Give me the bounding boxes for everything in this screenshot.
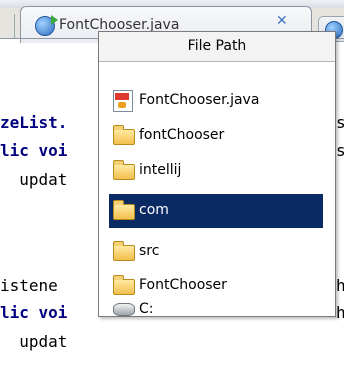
- code-line-tail: s: [336, 113, 344, 132]
- path-item-com[interactable]: com: [109, 194, 323, 228]
- path-item-label: fontChooser: [139, 127, 225, 143]
- folder-icon: [113, 200, 135, 220]
- code-line: lic voi: [0, 303, 68, 322]
- path-item-label: intellij: [139, 162, 182, 178]
- folder-icon: [113, 241, 135, 261]
- path-item-fontchooser-folder[interactable]: fontChooser: [109, 119, 323, 153]
- code-line-tail: h: [336, 276, 344, 295]
- previous-tab-edge[interactable]: [0, 14, 15, 38]
- code-line: istene: [0, 276, 58, 295]
- folder-icon: [113, 125, 135, 145]
- path-item-fontchooser-java[interactable]: FontChooser.java: [109, 84, 323, 118]
- popup-title: File Path: [99, 32, 335, 62]
- file-path-popup: File Path FontChooser.java fontChooser i…: [98, 31, 336, 317]
- path-item-intellij[interactable]: intellij: [109, 154, 323, 188]
- path-item-fontchooser-root[interactable]: FontChooser: [109, 269, 323, 303]
- code-line: zeList.: [0, 113, 68, 132]
- path-item-label: src: [139, 243, 160, 259]
- code-line: lic voi: [0, 141, 68, 160]
- path-item-label: FontChooser.java: [139, 92, 260, 108]
- code-line: updat: [0, 170, 68, 189]
- drive-icon: [113, 303, 135, 316]
- folder-icon: [113, 160, 135, 180]
- code-line-tail: h: [336, 303, 344, 322]
- code-line: updat: [0, 332, 68, 351]
- path-item-c-drive[interactable]: C:: [109, 301, 323, 317]
- path-item-label: C:: [139, 301, 154, 317]
- java-class-icon: [35, 15, 58, 36]
- code-line-tail: s: [336, 141, 344, 160]
- folder-icon: [113, 275, 135, 295]
- path-item-label: FontChooser: [139, 277, 227, 293]
- close-icon[interactable]: ✕: [276, 13, 288, 29]
- java-file-icon: [113, 90, 133, 112]
- path-item-label: com: [139, 202, 169, 218]
- path-item-src[interactable]: src: [109, 235, 323, 269]
